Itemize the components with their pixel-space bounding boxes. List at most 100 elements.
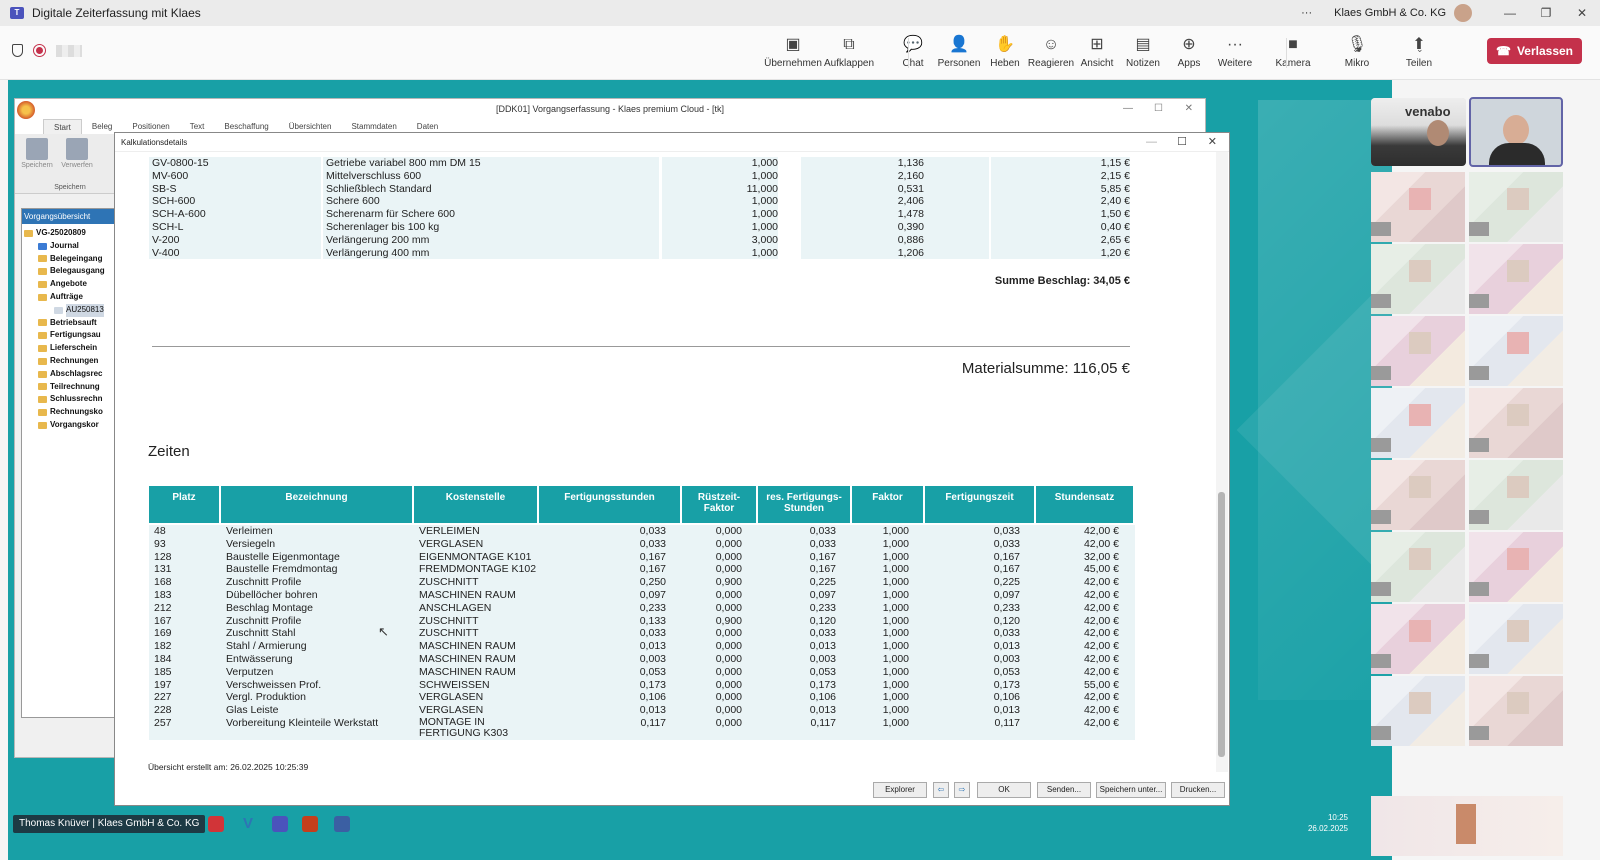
teams-icon[interactable] bbox=[272, 816, 288, 832]
tree-item[interactable]: Schlussrechn bbox=[24, 393, 124, 406]
participant-tile-blurred[interactable] bbox=[1371, 460, 1465, 530]
participant-tile-blurred[interactable] bbox=[1371, 172, 1465, 242]
zeiten-cell: Vergl. Produktion bbox=[226, 691, 306, 704]
zeiten-cell: 1,000 bbox=[882, 678, 909, 691]
participant-tile-blurred[interactable] bbox=[1469, 532, 1563, 602]
zeiten-cell: 42,00 € bbox=[1083, 717, 1119, 729]
tree-item[interactable]: Abschlagsrec bbox=[24, 368, 124, 381]
v-app-icon[interactable]: V bbox=[240, 816, 256, 832]
tree-item[interactable]: Vorgangskor bbox=[24, 419, 124, 432]
toolbar-button-1[interactable]: ⧉ Aufklappen bbox=[820, 34, 878, 69]
participant-tile-blurred[interactable] bbox=[1469, 172, 1563, 242]
tree-item[interactable]: Fertigungsau bbox=[24, 329, 124, 342]
zeiten-cell: 0,233 bbox=[809, 601, 836, 614]
dialog-maximize-button[interactable]: ☐ bbox=[1177, 133, 1187, 152]
toolbar-button-9[interactable]: ··· Weitere bbox=[1206, 34, 1264, 69]
toolbar-separator bbox=[1286, 38, 1287, 68]
participant-tile-blurred[interactable] bbox=[1371, 604, 1465, 674]
zeiten-cell: FREMDMONTAGE K102 bbox=[419, 563, 537, 576]
maximize-button[interactable]: ❐ bbox=[1528, 6, 1564, 20]
participant-tile-blurred[interactable] bbox=[1469, 676, 1563, 746]
participant-tile-blurred[interactable] bbox=[1371, 316, 1465, 386]
zeiten-row: 185 Verputzen MASCHINEN RAUM 0,053 0,000 0,05… bbox=[149, 665, 1135, 679]
tree-item[interactable]: Angebote bbox=[24, 278, 124, 291]
toolbar-button-10[interactable]: ■ Kamera bbox=[1264, 34, 1322, 69]
participant-tile-blurred[interactable] bbox=[1469, 388, 1563, 458]
participant-tile-blurred[interactable] bbox=[1371, 244, 1465, 314]
close-button[interactable]: ✕ bbox=[1564, 6, 1600, 20]
tree-item[interactable]: AU250813 bbox=[24, 303, 124, 317]
zeiten-cell: Stahl / Armierung bbox=[226, 640, 307, 653]
zeiten-row: 197 Verschweissen Prof. SCHWEISSEN 0,173 0,0… bbox=[149, 678, 1135, 692]
tree-item[interactable]: Journal bbox=[24, 240, 124, 253]
app-maximize-button[interactable]: ☐ bbox=[1154, 99, 1163, 119]
participant-tile-blurred[interactable] bbox=[1371, 532, 1465, 602]
drucken-button[interactable]: Drucken... bbox=[1171, 782, 1225, 798]
tree-item[interactable]: VG-25020809 bbox=[24, 227, 124, 240]
zeiten-cell: Zuschnitt Stahl bbox=[226, 627, 296, 640]
participant-tile-blurred[interactable] bbox=[1469, 604, 1563, 674]
klaes-app-icon[interactable] bbox=[334, 816, 350, 832]
app-tab-0[interactable]: Start bbox=[43, 119, 82, 134]
brand-text: venabo bbox=[1405, 104, 1451, 119]
leave-button[interactable]: ☎ Verlassen bbox=[1487, 38, 1582, 64]
tree-item[interactable]: Lieferschein bbox=[24, 342, 124, 355]
zeiten-cell: Verleimen bbox=[226, 525, 273, 537]
tree-item-label: Lieferschein bbox=[50, 343, 98, 353]
scrollbar-thumb[interactable] bbox=[1218, 492, 1225, 757]
camera-options-chevron-icon[interactable]: ⌄ bbox=[1352, 44, 1360, 55]
participant-tile-blurred[interactable] bbox=[1371, 676, 1465, 746]
mic-options-chevron-icon[interactable]: ⌄ bbox=[1416, 44, 1424, 55]
minimize-button[interactable]: — bbox=[1492, 6, 1528, 20]
next-arrow-button[interactable]: ⇨ bbox=[954, 782, 970, 798]
material-cell: 2,40 € bbox=[1100, 195, 1130, 208]
speichern-unter-button[interactable]: Speichern unter... bbox=[1096, 782, 1166, 798]
tree-item[interactable]: Rechnungen bbox=[24, 355, 124, 368]
tree-item[interactable]: Aufträge bbox=[24, 291, 124, 304]
blur-block bbox=[1371, 222, 1391, 236]
toolbar-button-0[interactable]: ▣ Übernehmen bbox=[764, 34, 822, 69]
app-minimize-button[interactable]: — bbox=[1123, 99, 1133, 119]
blur-block bbox=[1371, 510, 1391, 524]
zeiten-cell: 0,000 bbox=[715, 563, 742, 576]
ok-button[interactable]: OK bbox=[977, 782, 1031, 798]
participant-tile-blurred[interactable] bbox=[1469, 460, 1563, 530]
zeiten-cell: 184 bbox=[154, 653, 172, 665]
app-close-button[interactable]: ✕ bbox=[1185, 99, 1193, 119]
zeiten-cell: 0,000 bbox=[715, 640, 742, 653]
tree-item[interactable]: Belegeingang bbox=[24, 253, 124, 266]
blur-block bbox=[1469, 366, 1489, 380]
more-options-icon[interactable]: ··· bbox=[1301, 7, 1312, 19]
tree-item[interactable]: Betriebsauft bbox=[24, 317, 124, 330]
tree-item[interactable]: Belegausgang bbox=[24, 265, 124, 278]
zeiten-cell: 42,00 € bbox=[1083, 589, 1119, 601]
dialog-minimize-button[interactable]: — bbox=[1146, 133, 1157, 152]
dialog-close-button[interactable]: ✕ bbox=[1208, 133, 1217, 152]
ribbon-discard-button[interactable]: Verwerfen bbox=[57, 138, 97, 169]
senden-button[interactable]: Senden... bbox=[1037, 782, 1091, 798]
organization-name: Klaes GmbH & Co. KG bbox=[1334, 7, 1446, 19]
folder-icon bbox=[38, 421, 47, 429]
participant-tile-blurred[interactable] bbox=[1371, 388, 1465, 458]
participant-tile-blurred[interactable] bbox=[1469, 244, 1563, 314]
report-created-at: Übersicht erstellt am: 26.02.2025 10:25:… bbox=[148, 762, 309, 772]
zeiten-cell: 0,133 bbox=[639, 614, 666, 627]
previous-arrow-button[interactable]: ⇦ bbox=[933, 782, 949, 798]
explorer-button[interactable]: Explorer bbox=[873, 782, 927, 798]
user-avatar[interactable] bbox=[1454, 4, 1472, 22]
participant-tile-blurred[interactable] bbox=[1469, 316, 1563, 386]
ribbon-save-button[interactable]: Speichern bbox=[17, 138, 57, 169]
tree-item[interactable]: Rechnungsko bbox=[24, 406, 124, 419]
zeiten-cell: 42,00 € bbox=[1083, 525, 1119, 537]
video-tile-venabo[interactable]: venabo bbox=[1371, 98, 1466, 166]
powerpoint-icon[interactable] bbox=[302, 816, 318, 832]
participant-tile-blurred[interactable] bbox=[1371, 796, 1563, 856]
zeiten-cell: 1,000 bbox=[882, 640, 909, 653]
app-shield-icon[interactable] bbox=[208, 816, 224, 832]
zeiten-cell: MONTAGE IN FERTIGUNG K303 bbox=[419, 716, 509, 739]
tree-item[interactable]: Teilrechnung bbox=[24, 381, 124, 394]
klaes-logo-icon[interactable] bbox=[17, 101, 35, 119]
zeiten-cell: ZUSCHNITT bbox=[419, 627, 479, 640]
report-scrollbar[interactable] bbox=[1216, 152, 1228, 772]
video-tile-active-speaker[interactable] bbox=[1469, 97, 1563, 167]
